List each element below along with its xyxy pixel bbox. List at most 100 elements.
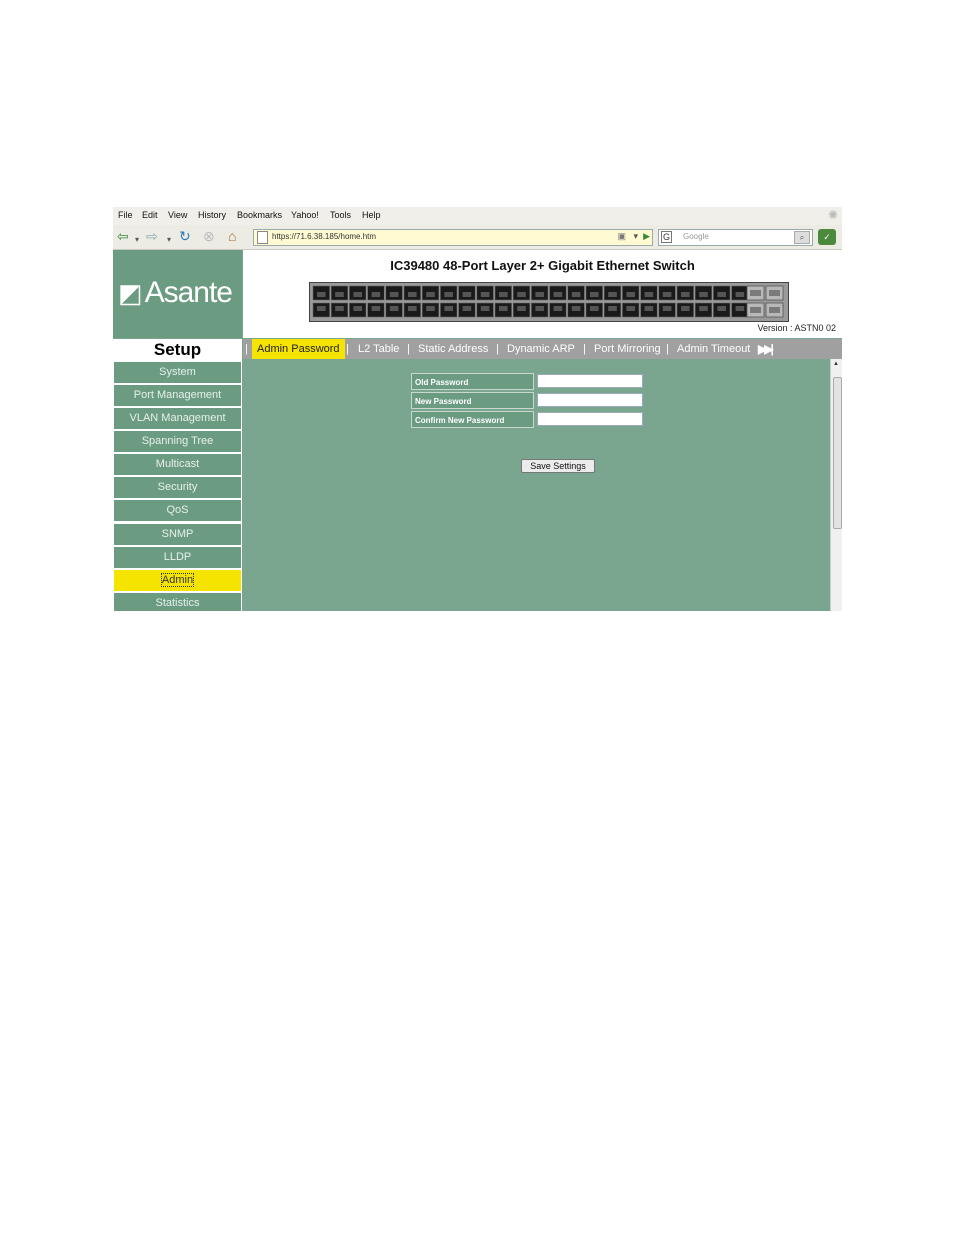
scrollbar-thumb[interactable] <box>833 377 842 529</box>
sidebar-item-vlan-management[interactable]: VLAN Management <box>114 408 241 429</box>
port-jack <box>590 292 599 297</box>
port-jack <box>499 306 508 311</box>
vertical-scrollbar[interactable]: ▲ <box>830 359 842 611</box>
forward-arrow-icon[interactable]: ⇨ <box>146 228 158 244</box>
forward-dropdown-icon[interactable]: ▾ <box>167 232 171 248</box>
old-password-field[interactable] <box>537 374 643 388</box>
sidebar-item-security[interactable]: Security <box>114 477 241 498</box>
port-jack <box>371 292 381 297</box>
port-jack <box>590 306 599 311</box>
tab-separator: | <box>583 343 586 355</box>
port-jack <box>735 306 745 311</box>
new-password-field[interactable] <box>537 393 643 407</box>
menu-bookmarks[interactable]: Bookmarks <box>237 210 282 220</box>
port-jack <box>499 292 508 297</box>
switch-port-panel[interactable] <box>309 282 789 322</box>
tab-admin-password[interactable]: Admin Password <box>252 339 345 359</box>
menu-tools[interactable]: Tools <box>330 210 351 220</box>
search-icon[interactable]: ⌕ <box>794 231 810 244</box>
search-box[interactable]: G Google ⌕ <box>658 229 813 246</box>
scroll-up-icon[interactable]: ▲ <box>833 361 839 367</box>
port-jack <box>735 292 745 297</box>
back-dropdown-icon[interactable]: ▾ <box>135 232 139 248</box>
browser-menubar: File Edit View History Bookmarks Yahoo! … <box>113 207 842 225</box>
port-jack <box>662 306 672 311</box>
site-lock-icon: ▣ <box>617 231 626 241</box>
history-dropdown-icon[interactable]: ▾ <box>633 231 638 242</box>
port-jack <box>371 306 381 311</box>
confirm-new-password-field[interactable] <box>537 412 643 426</box>
sidebar-item-statistics[interactable]: Statistics <box>114 593 241 611</box>
port-jack <box>462 292 472 297</box>
address-bar[interactable]: https://71.6.38.185/home.htm ▣ ▾ ▶ <box>253 229 653 246</box>
tab-separator: | <box>496 343 499 355</box>
sidebar-item-system[interactable]: System <box>114 362 241 383</box>
port-jack <box>353 292 362 297</box>
port-jack <box>626 292 635 297</box>
menu-yahoo[interactable]: Yahoo! <box>291 210 319 220</box>
tab-port-mirroring[interactable]: Port Mirroring <box>594 339 661 359</box>
logo-panel: ◩ Asante <box>113 250 242 338</box>
sidebar-item-label: LLDP <box>163 551 192 563</box>
sidebar-heading: Setup <box>113 339 242 360</box>
port-jack <box>426 292 435 297</box>
port-jack <box>553 306 563 311</box>
stop-icon[interactable]: ⊗ <box>203 228 215 244</box>
back-arrow-icon[interactable]: ⇦ <box>117 228 129 244</box>
sidebar-item-qos[interactable]: QoS <box>114 500 241 521</box>
port-jack <box>699 306 708 311</box>
sidebar-item-label: Multicast <box>155 458 200 470</box>
home-icon[interactable]: ⌂ <box>228 228 236 244</box>
tab-static-address[interactable]: Static Address <box>418 339 488 359</box>
menu-view[interactable]: View <box>168 210 187 220</box>
sidebar-item-label: Statistics <box>155 597 200 609</box>
tab-separator: | <box>666 343 669 355</box>
sidebar-item-snmp[interactable]: SNMP <box>114 524 241 545</box>
device-header: IC39480 48-Port Layer 2+ Gigabit Etherne… <box>243 250 842 338</box>
sfp-slot <box>769 290 780 296</box>
port-jack <box>644 306 654 311</box>
port-jack <box>480 292 490 297</box>
sidebar-item-lldp[interactable]: LLDP <box>114 547 241 568</box>
address-url: https://71.6.38.185/home.htm <box>272 232 377 241</box>
sidebar-item-port-management[interactable]: Port Management <box>114 385 241 406</box>
admin-password-panel: Old Password New Password Confirm New Pa… <box>243 359 830 611</box>
menu-file[interactable]: File <box>118 210 133 220</box>
port-jack <box>717 306 726 311</box>
port-jack <box>408 292 417 297</box>
port-jack <box>317 306 326 311</box>
firmware-version: Version : ASTN0 02 <box>757 323 836 333</box>
port-jack <box>681 306 690 311</box>
search-input[interactable]: Google <box>683 232 709 241</box>
menu-help[interactable]: Help <box>362 210 381 220</box>
logo-text: Asante <box>144 276 233 309</box>
switch-ports-graphic <box>312 285 784 318</box>
reload-icon[interactable]: ↻ <box>179 228 191 244</box>
port-jack <box>608 292 617 297</box>
browser-window: File Edit View History Bookmarks Yahoo! … <box>113 207 842 611</box>
sidebar: System Port Management VLAN Management S… <box>113 360 242 611</box>
tab-admin-timeout[interactable]: Admin Timeout <box>677 339 750 359</box>
extension-icon[interactable]: ✓ <box>818 229 836 245</box>
tab-dynamic-arp[interactable]: Dynamic ARP <box>507 339 575 359</box>
port-jack <box>517 292 526 297</box>
sidebar-item-multicast[interactable]: Multicast <box>114 454 241 475</box>
menu-edit[interactable]: Edit <box>142 210 158 220</box>
sidebar-item-spanning-tree[interactable]: Spanning Tree <box>114 431 241 452</box>
sidebar-item-admin[interactable]: Admin <box>114 570 241 591</box>
save-settings-button[interactable]: Save Settings <box>521 459 595 473</box>
search-engine-icon[interactable]: G <box>661 231 673 243</box>
menu-history[interactable]: History <box>198 210 226 220</box>
go-icon[interactable]: ▶ <box>643 231 650 242</box>
next-tabs-icon[interactable]: ▶▶| <box>758 342 774 356</box>
asante-logo: ◩ Asante <box>118 276 233 310</box>
port-jack <box>662 292 672 297</box>
sidebar-item-label: VLAN Management <box>129 412 226 424</box>
port-jack <box>717 292 726 297</box>
port-jack <box>444 306 453 311</box>
port-jack <box>699 292 708 297</box>
sfp-slot <box>769 307 780 313</box>
throbber-icon: ✺ <box>827 208 838 222</box>
tab-l2-table[interactable]: L2 Table <box>358 339 399 359</box>
port-jack <box>444 292 453 297</box>
